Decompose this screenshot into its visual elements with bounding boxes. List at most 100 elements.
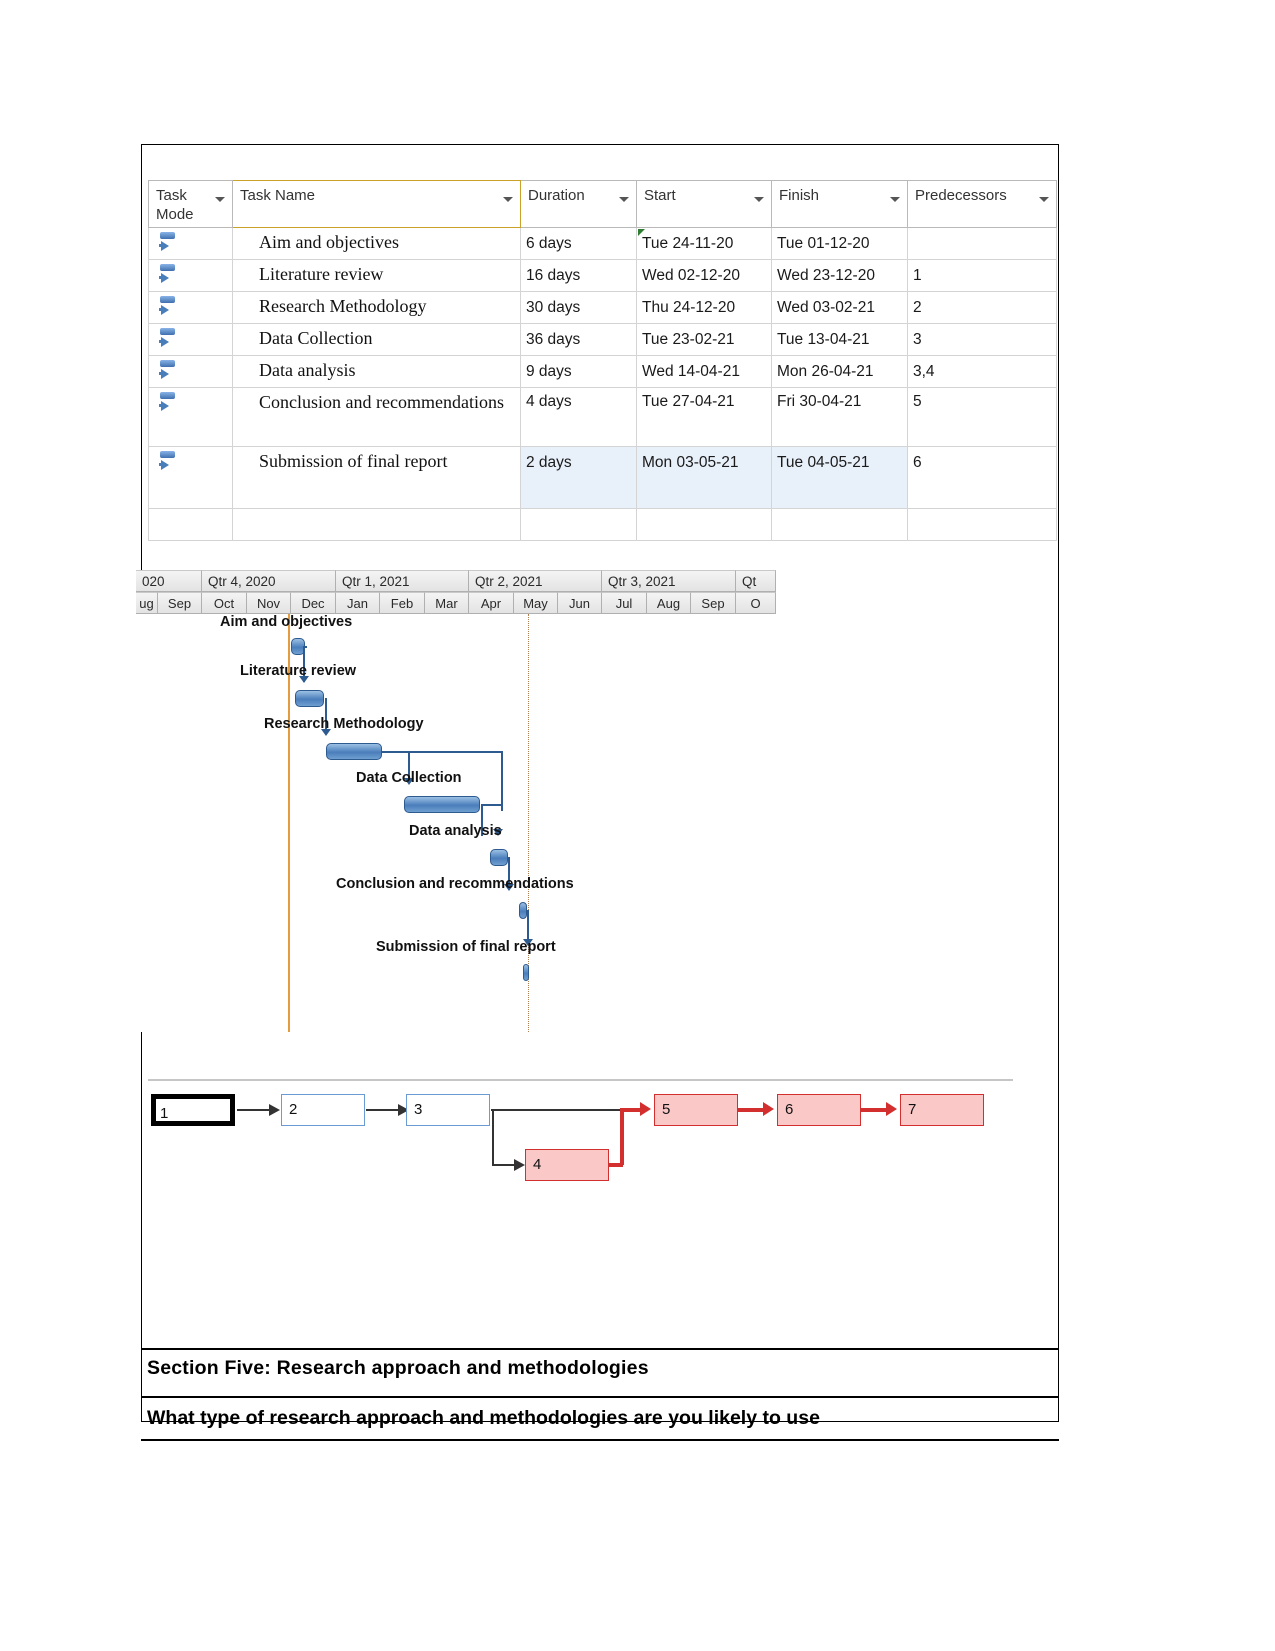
table-row[interactable]: Conclusion and recommendations 4 days Tue …	[148, 387, 1057, 447]
cell-blank	[771, 508, 908, 541]
gantt-bar[interactable]	[519, 902, 527, 919]
cell-finish[interactable]: Tue 04-05-21	[771, 446, 908, 509]
network-node-label: 7	[908, 1101, 917, 1118]
column-header-start[interactable]: Start	[636, 180, 772, 228]
auto-schedule-icon[interactable]	[159, 296, 179, 318]
auto-schedule-icon[interactable]	[159, 392, 179, 414]
table-row[interactable]: Submission of final report 2 days Mon 03-0…	[148, 446, 1057, 509]
cell-task-mode[interactable]	[148, 387, 233, 447]
network-node-1[interactable]: 1	[151, 1094, 235, 1126]
cell-task-mode[interactable]	[148, 291, 233, 324]
cell-duration[interactable]: 6 days	[520, 227, 637, 260]
cell-predecessors[interactable]: 3	[907, 323, 1057, 356]
column-header-start-label: Start	[644, 187, 676, 204]
cell-duration[interactable]: 36 days	[520, 323, 637, 356]
auto-schedule-icon[interactable]	[159, 264, 179, 286]
auto-schedule-icon[interactable]	[159, 360, 179, 382]
cell-predecessors[interactable]: 5	[907, 387, 1057, 447]
cell-start[interactable]: Tue 23-02-21	[636, 323, 772, 356]
cell-start[interactable]: Mon 03-05-21	[636, 446, 772, 509]
column-header-task-mode[interactable]: Task Mode	[148, 180, 233, 228]
gantt-link	[303, 646, 307, 648]
cell-start[interactable]: Tue 24-11-20	[636, 227, 772, 260]
cell-duration[interactable]: 16 days	[520, 259, 637, 292]
cell-start[interactable]: Thu 24-12-20	[636, 291, 772, 324]
timeline-quarter-cell: Qtr 3, 2021	[602, 570, 736, 592]
network-node-3[interactable]: 3	[406, 1094, 490, 1126]
cell-duration[interactable]: 30 days	[520, 291, 637, 324]
diagram-top-divider	[148, 1079, 1013, 1081]
cell-task-mode[interactable]	[148, 446, 233, 509]
cell-task-name[interactable]: Submission of final report	[232, 446, 521, 509]
column-header-predecessors[interactable]: Predecessors	[907, 180, 1057, 228]
cell-start[interactable]: Wed 02-12-20	[636, 259, 772, 292]
cell-finish[interactable]: Wed 23-12-20	[771, 259, 908, 292]
cell-duration[interactable]: 9 days	[520, 355, 637, 388]
chevron-down-icon[interactable]	[619, 197, 629, 202]
cell-finish[interactable]: Wed 03-02-21	[771, 291, 908, 324]
table-row[interactable]: Aim and objectives 6 days Tue 24-11-20 Tue …	[148, 227, 1057, 260]
cell-task-mode[interactable]	[148, 259, 233, 292]
cell-finish[interactable]: Mon 26-04-21	[771, 355, 908, 388]
cell-task-name[interactable]: Conclusion and recommendations	[232, 387, 521, 447]
arrow-icon	[886, 1102, 897, 1116]
network-node-7[interactable]: 7	[900, 1094, 984, 1126]
cell-finish[interactable]: Fri 30-04-21	[771, 387, 908, 447]
cell-blank	[148, 508, 233, 541]
cell-task-mode[interactable]	[148, 355, 233, 388]
column-header-predecessors-label: Predecessors	[915, 187, 1007, 204]
timeline-month-cell: Oct	[202, 592, 247, 614]
cell-finish[interactable]: Tue 13-04-21	[771, 323, 908, 356]
cell-task-name[interactable]: Data analysis	[232, 355, 521, 388]
chevron-down-icon[interactable]	[1039, 197, 1049, 202]
chevron-down-icon[interactable]	[215, 197, 225, 202]
cell-finish[interactable]: Tue 01-12-20	[771, 227, 908, 260]
network-node-5[interactable]: 5	[654, 1094, 738, 1126]
auto-schedule-icon[interactable]	[159, 232, 179, 254]
cell-task-name[interactable]: Literature review	[232, 259, 521, 292]
cell-task-name[interactable]: Research Methodology	[232, 291, 521, 324]
table-row[interactable]: Research Methodology 30 days Thu 24-12-20 W…	[148, 291, 1057, 324]
gantt-bar[interactable]	[490, 849, 508, 866]
cell-predecessors[interactable]: 1	[907, 259, 1057, 292]
cell-duration[interactable]: 2 days	[520, 446, 637, 509]
timeline-month-cell: Mar	[425, 592, 469, 614]
network-node-4[interactable]: 4	[525, 1149, 609, 1181]
timeline-month-cell: Dec	[291, 592, 336, 614]
column-header-duration[interactable]: Duration	[520, 180, 637, 228]
auto-schedule-icon[interactable]	[159, 328, 179, 350]
cell-predecessors[interactable]	[907, 227, 1057, 260]
network-node-2[interactable]: 2	[281, 1094, 365, 1126]
chevron-down-icon[interactable]	[890, 197, 900, 202]
cell-task-name[interactable]: Aim and objectives	[232, 227, 521, 260]
cell-blank	[636, 508, 772, 541]
cell-predecessors[interactable]: 6	[907, 446, 1057, 509]
table-row[interactable]: Literature review 16 days Wed 02-12-20 Wed …	[148, 259, 1057, 292]
cell-start[interactable]: Tue 27-04-21	[636, 387, 772, 447]
network-edge-3-4	[492, 1109, 494, 1166]
table-row[interactable]: Data analysis 9 days Wed 14-04-21 Mon 26-04…	[148, 355, 1057, 388]
timeline-quarter-cell: Qt	[736, 570, 776, 592]
gantt-bar[interactable]	[523, 964, 529, 981]
gantt-bar-label: Data analysis	[409, 823, 502, 839]
cell-duration[interactable]: 4 days	[520, 387, 637, 447]
arrow-icon	[763, 1102, 774, 1116]
gantt-bar[interactable]	[326, 743, 382, 760]
cell-task-mode[interactable]	[148, 227, 233, 260]
cell-task-name[interactable]: Data Collection	[232, 323, 521, 356]
chevron-down-icon[interactable]	[503, 197, 513, 202]
cell-task-mode[interactable]	[148, 323, 233, 356]
cell-predecessors[interactable]: 3,4	[907, 355, 1057, 388]
table-row[interactable]: Data Collection 36 days Tue 23-02-21 Tue 13…	[148, 323, 1057, 356]
auto-schedule-icon[interactable]	[159, 451, 179, 473]
gantt-bar[interactable]	[404, 796, 480, 813]
timeline-month-cell: Apr	[469, 592, 514, 614]
cell-start[interactable]: Wed 14-04-21	[636, 355, 772, 388]
column-header-finish[interactable]: Finish	[771, 180, 908, 228]
column-header-task-name[interactable]: Task Name	[232, 180, 521, 228]
cell-predecessors[interactable]: 2	[907, 291, 1057, 324]
network-node-6[interactable]: 6	[777, 1094, 861, 1126]
timeline-quarter-cell: Qtr 1, 2021	[336, 570, 469, 592]
chevron-down-icon[interactable]	[754, 197, 764, 202]
gantt-bar[interactable]	[295, 690, 324, 707]
